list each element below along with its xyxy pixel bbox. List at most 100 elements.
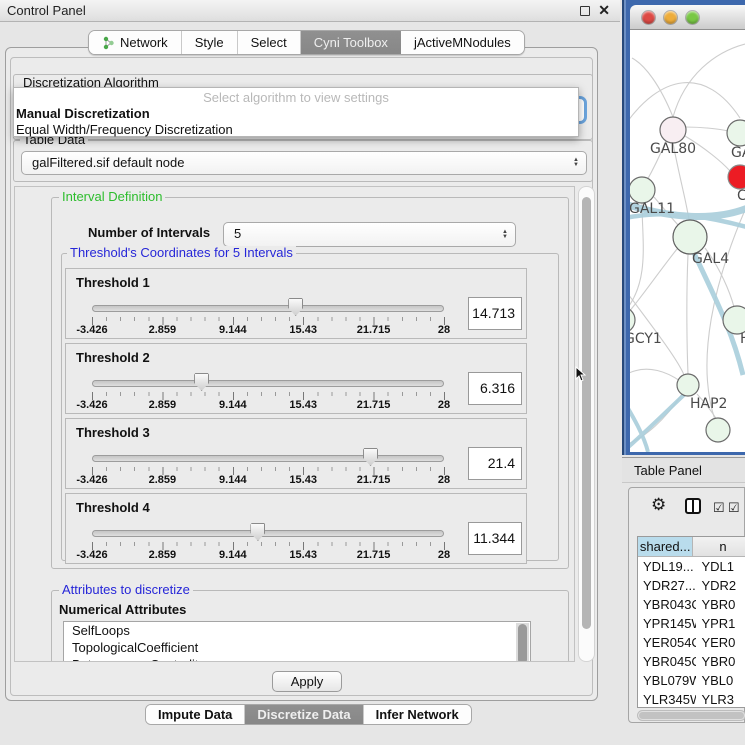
algorithm-option-equal-width[interactable]: Equal Width/Frequency Discretization [16, 122, 233, 137]
tab-impute-data[interactable]: Impute Data [146, 705, 245, 724]
threshold-4-slider-thumb[interactable] [250, 523, 265, 541]
network-node-label: GA [731, 145, 745, 161]
table-cell: YPR145W [638, 614, 696, 633]
algorithm-option-manual[interactable]: Manual Discretization [16, 106, 150, 121]
table-cell: YPR1 [696, 614, 745, 633]
threshold-2-axis-labels: -3.4262.8599.14415.4321.71528 [66, 399, 526, 411]
network-node[interactable] [727, 120, 745, 146]
network-icon [102, 36, 115, 50]
control-panel-titlebar: Control Panel ✕ [0, 0, 620, 22]
tab-label: Cyni Toolbox [314, 31, 388, 54]
threshold-4-value-field[interactable]: 11.344 [468, 522, 522, 555]
tab-cyni-toolbox[interactable]: Cyni Toolbox [301, 31, 401, 54]
network-node[interactable] [728, 165, 745, 189]
table-row[interactable]: YDR27...YDR2 [638, 576, 745, 595]
table-cell: YBR0 [696, 652, 745, 671]
table-cell: YBR045C [638, 652, 696, 671]
table-cell: YER0 [696, 633, 745, 652]
threshold-1-panel: Threshold 1 -3.4262.8599.14415.4321.7152… [65, 268, 527, 339]
threshold-3-value-field[interactable]: 21.4 [468, 447, 522, 480]
threshold-1-value-field[interactable]: 14.713 [468, 297, 522, 330]
axis-tick-label: 15.43 [289, 399, 317, 411]
network-node[interactable] [630, 177, 655, 203]
network-node[interactable] [630, 307, 635, 333]
threshold-4-slider-track[interactable] [92, 530, 444, 537]
table-cell: YLR345W [638, 690, 696, 708]
number-of-intervals-combobox[interactable]: 5 ▲▼ [223, 222, 516, 247]
axis-tick-label: 2.859 [149, 324, 177, 336]
axis-tick-label: 15.43 [289, 324, 317, 336]
number-of-intervals-label: Number of Intervals [88, 225, 210, 240]
threshold-3-panel: Threshold 3 -3.4262.8599.14415.4321.7152… [65, 418, 527, 489]
table-cell: YLR3 [696, 690, 745, 708]
axis-tick-label: 2.859 [149, 474, 177, 486]
attribute-item[interactable]: TopologicalCoefficient [64, 639, 530, 656]
network-node-label: GAL4 [692, 251, 729, 267]
network-node[interactable] [706, 418, 730, 442]
table-row[interactable]: YDL19...YDL1 [638, 557, 745, 576]
threshold-3-slider-track[interactable] [92, 455, 444, 462]
settings-scrollbar-thumb[interactable] [582, 197, 591, 629]
threshold-2-value-field[interactable]: 6.316 [468, 372, 522, 405]
algorithm-hint-option[interactable]: Select algorithm to view settings [14, 90, 578, 105]
close-traffic-light[interactable] [642, 11, 655, 24]
checkbox-checked-icon[interactable]: ☑ [713, 500, 725, 516]
table-hscrollbar-thumb[interactable] [639, 712, 744, 719]
float-window-icon[interactable] [580, 6, 590, 16]
tab-style[interactable]: Style [182, 31, 238, 54]
table-data-combobox[interactable]: galFiltered.sif default node ▲▼ [21, 151, 587, 175]
network-node[interactable] [660, 117, 686, 143]
apply-button[interactable]: Apply [272, 671, 342, 692]
tab-label: Style [195, 31, 224, 54]
network-canvas[interactable]: GAL80GACGAL11GAL4GCY1HHAP2 [630, 30, 745, 452]
network-node[interactable] [677, 374, 699, 396]
network-node[interactable] [673, 220, 707, 254]
network-node-label: GCY1 [630, 331, 662, 347]
table-header-row: shared... n [638, 537, 745, 557]
axis-tick-label: -3.426 [76, 399, 107, 411]
tab-jactivemnodules[interactable]: jActiveMNodules [401, 31, 524, 54]
control-panel-tabbar: Network Style Select Cyni Toolbox jActiv… [88, 30, 525, 55]
axis-tick-label: 9.144 [219, 324, 247, 336]
threshold-1-slider-track[interactable] [92, 305, 444, 312]
threshold-2-slider-thumb[interactable] [194, 373, 209, 391]
numerical-attributes-list[interactable]: SelfLoopsTopologicalCoefficientBetweenne… [63, 621, 531, 662]
tab-network[interactable]: Network [89, 31, 182, 54]
threshold-1-axis-labels: -3.4262.8599.14415.4321.71528 [66, 324, 526, 336]
attributes-scrollbar[interactable] [516, 623, 529, 662]
table-row[interactable]: YBR045CYBR0 [638, 652, 745, 671]
axis-tick-label: 21.715 [357, 399, 391, 411]
table-row[interactable]: YBR043CYBR0 [638, 595, 745, 614]
table-row[interactable]: YER054CYER0 [638, 633, 745, 652]
threshold-3-slider-thumb[interactable] [363, 448, 378, 466]
tab-select[interactable]: Select [238, 31, 301, 54]
minimize-traffic-light[interactable] [664, 11, 677, 24]
table-cell: YBL0 [696, 671, 745, 690]
attributes-scrollbar-thumb[interactable] [518, 624, 527, 662]
column-header-name[interactable]: n [693, 537, 745, 556]
settings-vertical-scrollbar[interactable] [578, 186, 595, 662]
table-row[interactable]: YPR145WYPR1 [638, 614, 745, 633]
attributes-group-label: Attributes to discretize [59, 583, 193, 597]
tab-label: Network [120, 31, 168, 54]
gear-icon[interactable]: ⚙ [651, 495, 666, 515]
axis-tick-label: 21.715 [357, 474, 391, 486]
tab-infer-network[interactable]: Infer Network [364, 705, 471, 724]
network-node[interactable] [723, 306, 745, 334]
tab-discretize-data[interactable]: Discretize Data [245, 705, 363, 724]
network-node-label: GAL80 [650, 141, 696, 157]
column-header-shared-name[interactable]: shared... [638, 537, 693, 556]
columns-icon[interactable] [685, 498, 701, 514]
threshold-1-slider-thumb[interactable] [288, 298, 303, 316]
threshold-2-slider-track[interactable] [92, 380, 444, 387]
attribute-item[interactable]: BetweennessCentrality [64, 656, 530, 662]
node-table[interactable]: shared... n YDL19...YDL1YDR27...YDR2YBR0… [637, 536, 745, 708]
zoom-traffic-light[interactable] [686, 11, 699, 24]
close-icon[interactable]: ✕ [598, 2, 610, 19]
axis-tick-label: 15.43 [289, 474, 317, 486]
table-horizontal-scrollbar[interactable] [637, 710, 745, 721]
checkbox-checked-icon[interactable]: ☑ [728, 500, 740, 516]
attribute-item[interactable]: SelfLoops [64, 622, 530, 639]
table-row[interactable]: YBL079WYBL0 [638, 671, 745, 690]
table-row[interactable]: YLR345WYLR3 [638, 690, 745, 708]
